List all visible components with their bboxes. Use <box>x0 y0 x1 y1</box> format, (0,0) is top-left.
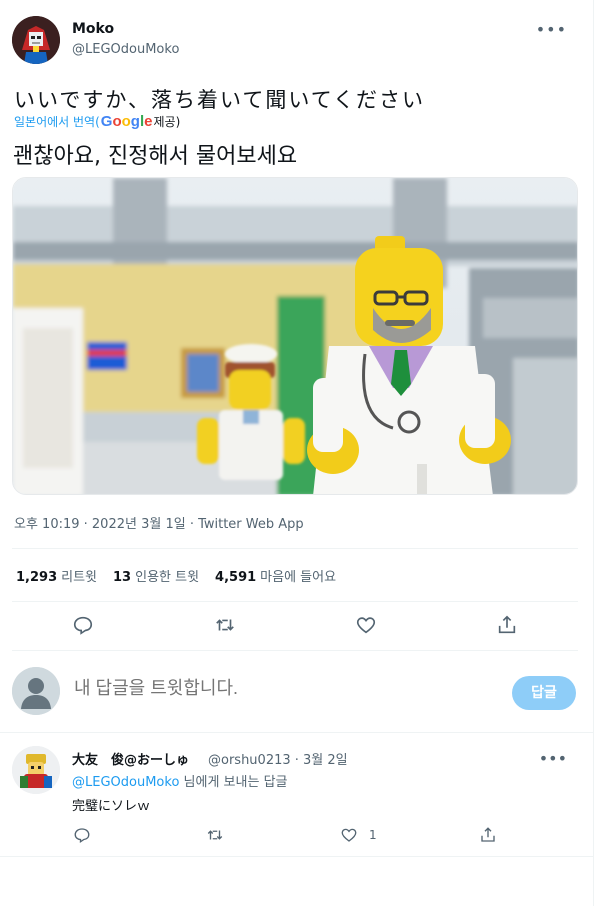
reply-like-icon[interactable] <box>340 826 358 848</box>
retweets-stat[interactable]: 1,293 리트윗 <box>16 566 97 585</box>
current-user-avatar[interactable] <box>12 667 60 715</box>
reply-retweet-icon[interactable] <box>206 826 224 848</box>
likes-count: 4,591 <box>215 570 257 585</box>
divider <box>12 548 578 549</box>
translation-suffix: 제공) <box>153 115 181 129</box>
like-icon[interactable] <box>355 614 377 636</box>
reply-author-name[interactable]: 大友 俊@おーしゅ <box>72 749 189 768</box>
reply-author-handle-date[interactable]: @orshu0213 · 3월 2일 <box>208 749 348 768</box>
reply-author-avatar[interactable] <box>12 746 60 794</box>
reply-share-icon[interactable] <box>479 826 497 848</box>
reply-reply-icon[interactable] <box>73 826 91 848</box>
tweet-text-original: いいですか、落ち着いて聞いてください <box>14 88 426 112</box>
tweet-detail-column: Moko @LEGOdouMoko ••• いいですか、落ち着いて聞いてください… <box>0 0 594 906</box>
replying-to-line: @LEGOdouMoko 님에게 보내는 답글 <box>72 771 287 790</box>
likes-label: 마음에 들어요 <box>260 570 337 585</box>
translation-prefix: 일본어에서 번역( <box>14 115 100 129</box>
author-display-name[interactable]: Moko <box>72 21 114 37</box>
translation-attribution[interactable]: 일본어에서 번역( Google 제공) <box>14 113 180 130</box>
reply-compose-input[interactable] <box>74 678 494 699</box>
reply-icon[interactable] <box>72 614 94 636</box>
tweet-timestamp[interactable]: 오후 10:19 · 2022년 3월 1일 · Twitter Web App <box>14 513 304 532</box>
divider <box>0 732 594 733</box>
reply-like-count: 1 <box>369 828 377 842</box>
google-logo: Google <box>100 113 153 130</box>
tweet-text-translated: 괜찮아요, 진정해서 물어보세요 <box>13 144 298 169</box>
reply-more-options-icon[interactable]: ••• <box>539 749 567 768</box>
tweet-stats: 1,293 리트윗 13 인용한 트윗 4,591 마음에 들어요 <box>16 566 336 585</box>
divider <box>12 601 578 602</box>
divider <box>0 856 594 857</box>
tweet-photo[interactable] <box>12 177 578 495</box>
divider <box>12 650 578 651</box>
likes-stat[interactable]: 4,591 마음에 들어요 <box>215 566 336 585</box>
quotes-label: 인용한 트윗 <box>135 570 200 585</box>
author-avatar[interactable] <box>12 16 60 64</box>
retweets-label: 리트윗 <box>61 570 98 585</box>
quotes-count: 13 <box>113 570 132 585</box>
replying-to-suffix: 님에게 보내는 답글 <box>179 775 288 790</box>
author-handle[interactable]: @LEGOdouMoko <box>72 42 179 57</box>
share-icon[interactable] <box>496 614 518 636</box>
reply-text: 完璧にソレｗ <box>72 799 151 814</box>
retweet-icon[interactable] <box>214 614 236 636</box>
more-options-icon[interactable]: ••• <box>536 20 567 39</box>
reply-submit-button[interactable]: 답글 <box>512 676 576 710</box>
replying-to-mention[interactable]: @LEGOdouMoko <box>72 775 179 790</box>
retweets-count: 1,293 <box>16 570 58 585</box>
quotes-stat[interactable]: 13 인용한 트윗 <box>113 566 199 585</box>
